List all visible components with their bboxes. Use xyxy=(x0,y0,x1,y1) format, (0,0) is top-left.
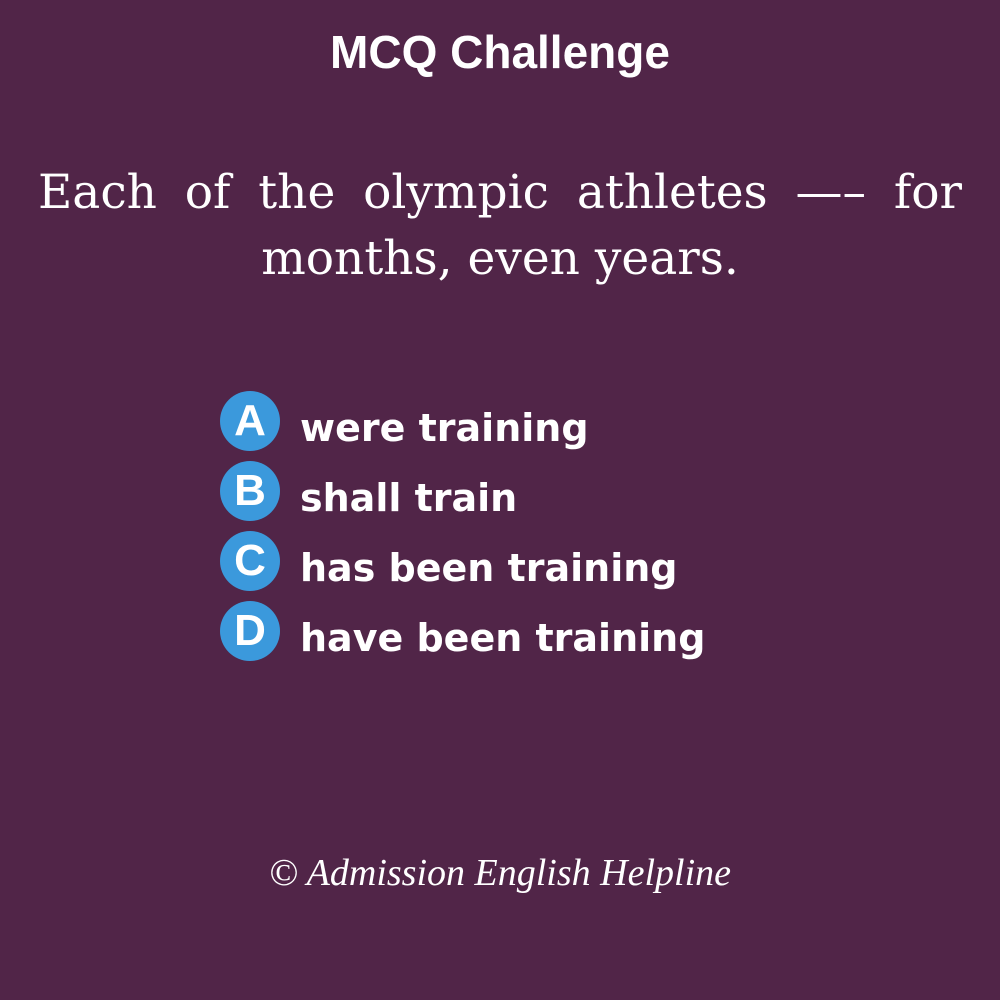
option-a-label: were training xyxy=(300,406,589,450)
option-d-badge: D xyxy=(220,601,280,661)
option-a-badge: A xyxy=(220,391,280,451)
question-text: Each of the olympic athletes —– for mont… xyxy=(38,165,962,286)
option-c[interactable]: C has been training xyxy=(220,530,920,600)
option-c-badge: C xyxy=(220,531,280,591)
option-c-label: has been training xyxy=(300,546,678,590)
option-b[interactable]: B shall train xyxy=(220,460,920,530)
option-d[interactable]: D have been training xyxy=(220,600,920,670)
option-a[interactable]: A were training xyxy=(220,390,920,460)
options-list: A were training B shall train C has been… xyxy=(220,390,920,670)
page-title: MCQ Challenge xyxy=(330,26,670,78)
copyright-footer: © Admission English Helpline xyxy=(269,852,731,894)
option-b-label: shall train xyxy=(300,476,518,520)
option-b-badge: B xyxy=(220,461,280,521)
option-d-label: have been training xyxy=(300,616,706,660)
